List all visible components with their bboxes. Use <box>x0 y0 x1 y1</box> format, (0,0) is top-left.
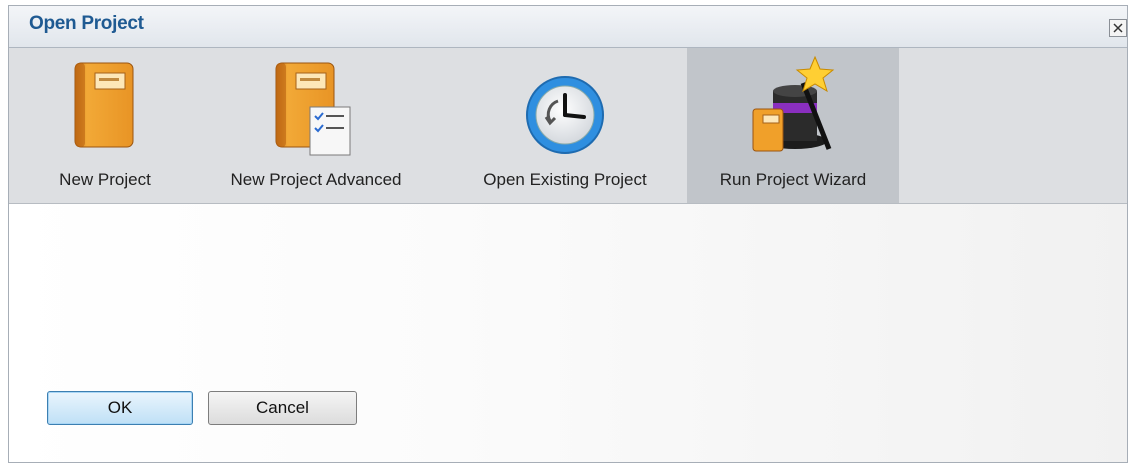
magic-hat-icon <box>752 55 835 152</box>
open-project-dialog: Open Project New Project New Project Adv… <box>8 5 1128 463</box>
close-button[interactable] <box>1109 19 1127 37</box>
dialog-title: Open Project <box>29 13 144 34</box>
clock-icon <box>526 76 604 154</box>
title-bar[interactable]: Open Project <box>9 6 1127 48</box>
tool-open-existing-project[interactable]: Open Existing Project <box>445 48 685 203</box>
tool-new-project-advanced[interactable]: New Project Advanced <box>201 48 431 203</box>
tool-label: New Project <box>59 170 151 189</box>
ok-button[interactable]: OK <box>47 391 193 425</box>
tool-label: Run Project Wizard <box>719 170 867 189</box>
tool-label: Open Existing Project <box>483 170 647 189</box>
cancel-button[interactable]: Cancel <box>208 391 357 425</box>
notebook-icon <box>74 62 134 148</box>
project-options-toolbar: New Project New Project Advanced Open Ex… <box>9 48 1127 204</box>
tool-label: New Project Advanced <box>230 170 402 189</box>
tool-run-project-wizard[interactable]: Run Project Wizard <box>687 48 899 203</box>
close-icon <box>1113 23 1123 33</box>
tool-new-project[interactable]: New Project <box>9 48 201 203</box>
notebook-checklist-icon <box>275 62 351 156</box>
